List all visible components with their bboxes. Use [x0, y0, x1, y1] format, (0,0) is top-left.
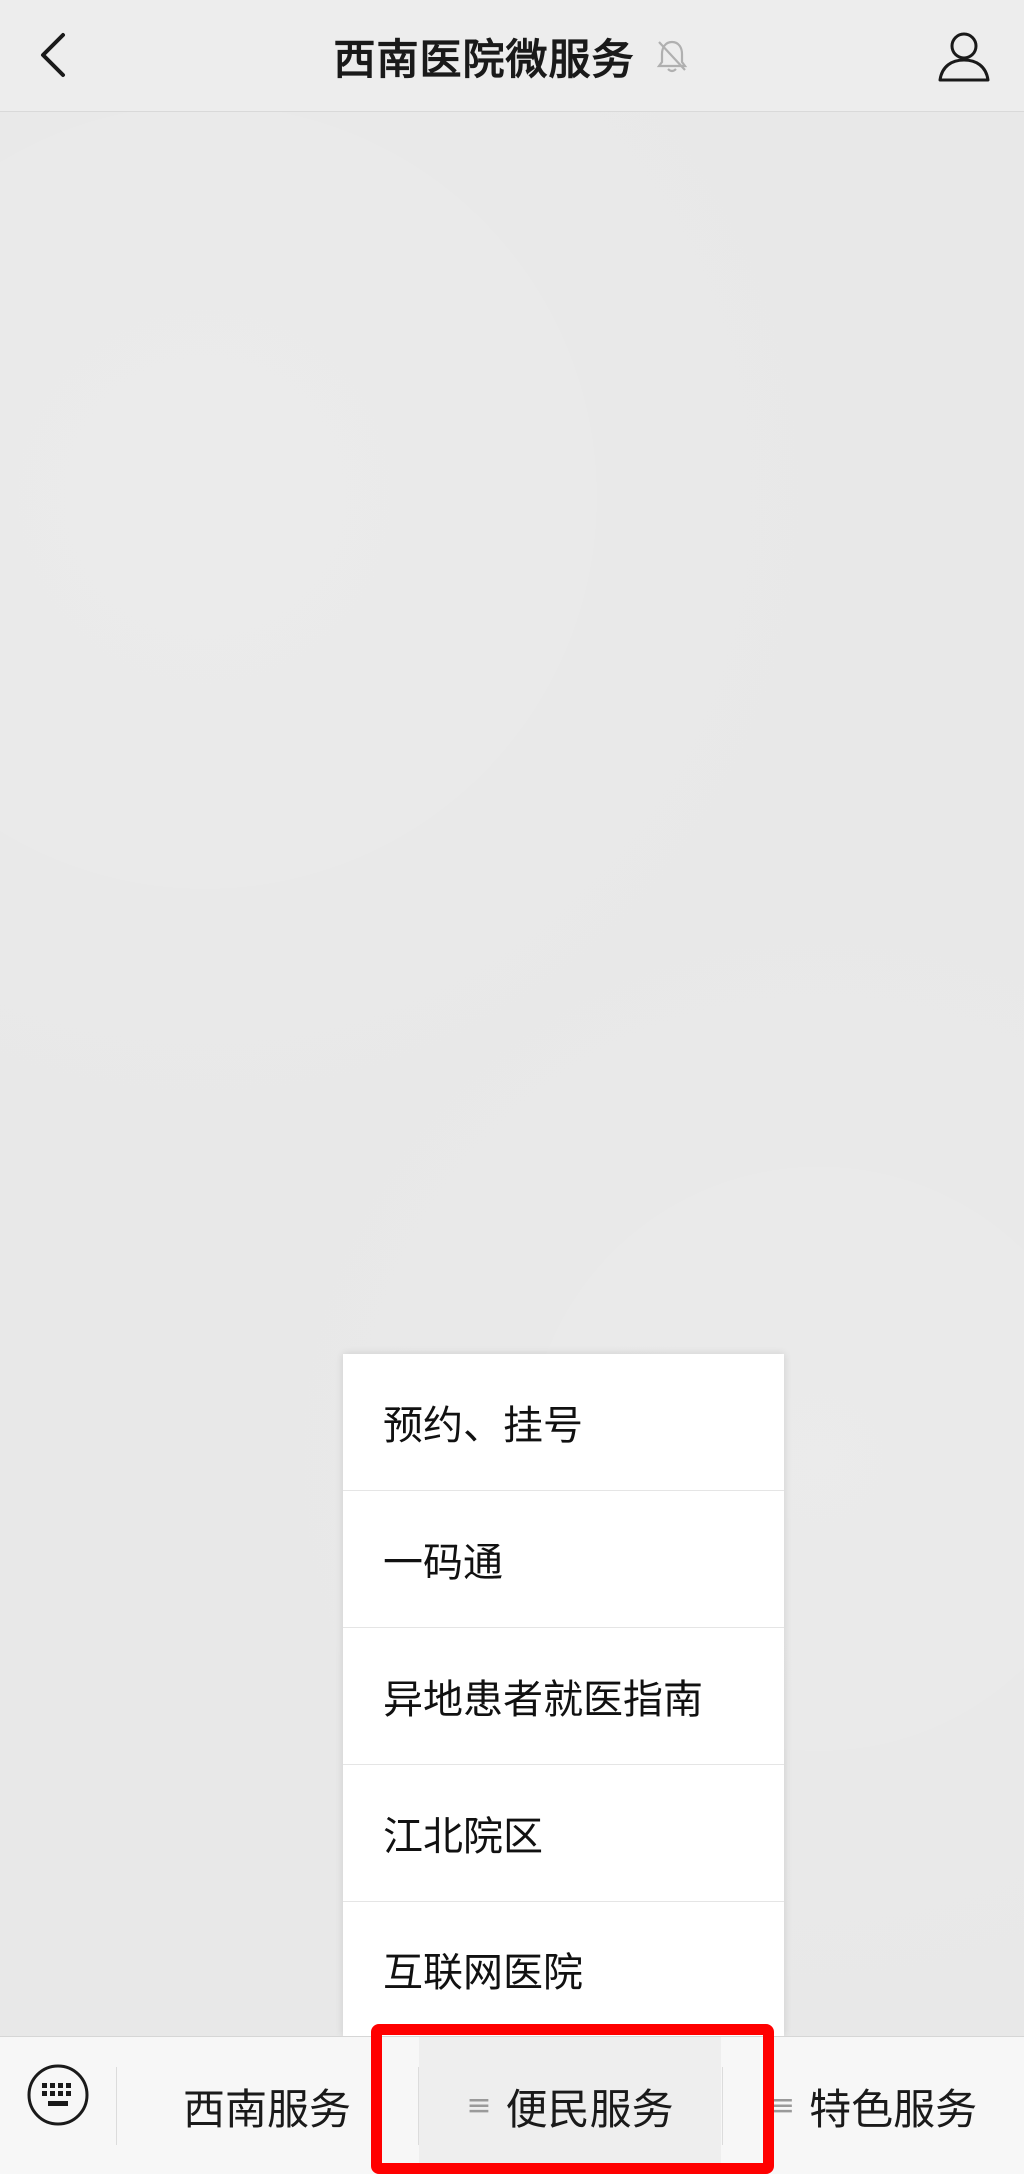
- chevron-left-icon: [41, 33, 65, 77]
- top-nav-bar: 西南医院微服务: [0, 0, 1024, 112]
- submenu-item-appointment[interactable]: 预约、挂号: [343, 1354, 784, 1491]
- bell-muted-icon: [653, 37, 691, 75]
- menu-button-label: 便民服务: [505, 2084, 674, 2134]
- submenu-indicator-icon: ≡: [769, 2088, 796, 2123]
- user-icon: [938, 32, 990, 82]
- submenu-popup: 预约、挂号 一码通 异地患者就医指南 江北院区 互联网医院: [343, 1354, 784, 2036]
- submenu-item-one-code-pass[interactable]: 一码通: [343, 1491, 784, 1628]
- submenu-item-label: 互联网医院: [383, 1950, 583, 1996]
- keyboard-toggle-button[interactable]: [24, 2061, 92, 2129]
- submenu-item-label: 异地患者就医指南: [383, 1677, 703, 1723]
- back-button[interactable]: [18, 20, 88, 90]
- menu-button-label: 西南服务: [182, 2084, 351, 2134]
- menu-button-xinan-service[interactable]: 西南服务: [117, 2037, 417, 2174]
- page-title: 西南医院微服务: [333, 34, 635, 84]
- submenu-item-label: 预约、挂号: [383, 1403, 583, 1449]
- submenu-item-label: 江北院区: [383, 1814, 543, 1860]
- submenu-item-label: 一码通: [383, 1540, 503, 1586]
- submenu-indicator-icon: ≡: [466, 2088, 492, 2123]
- title-area: 西南医院微服务: [0, 0, 1024, 112]
- menu-button-label: 特色服务: [809, 2084, 978, 2134]
- submenu-item-jiangbei-campus[interactable]: 江北院区: [343, 1765, 784, 1902]
- keyboard-icon: [27, 2064, 89, 2126]
- bottom-menu-bar: 西南服务 ≡ 便民服务 ≡ 特色服务: [0, 2036, 1024, 2174]
- submenu-item-remote-patient-guide[interactable]: 异地患者就医指南: [343, 1628, 784, 1765]
- submenu-item-internet-hospital[interactable]: 互联网医院: [343, 1902, 784, 2036]
- wechat-official-account-page: 西南医院微服务 预约、挂号 一码通 异地患者就医指南 江北院区 互联网医院 西南…: [0, 0, 1024, 2174]
- menu-button-featured-service[interactable]: ≡ 特色服务: [723, 2037, 1024, 2174]
- profile-button[interactable]: [928, 20, 1000, 92]
- menu-button-convenience-service[interactable]: ≡ 便民服务: [419, 2037, 721, 2174]
